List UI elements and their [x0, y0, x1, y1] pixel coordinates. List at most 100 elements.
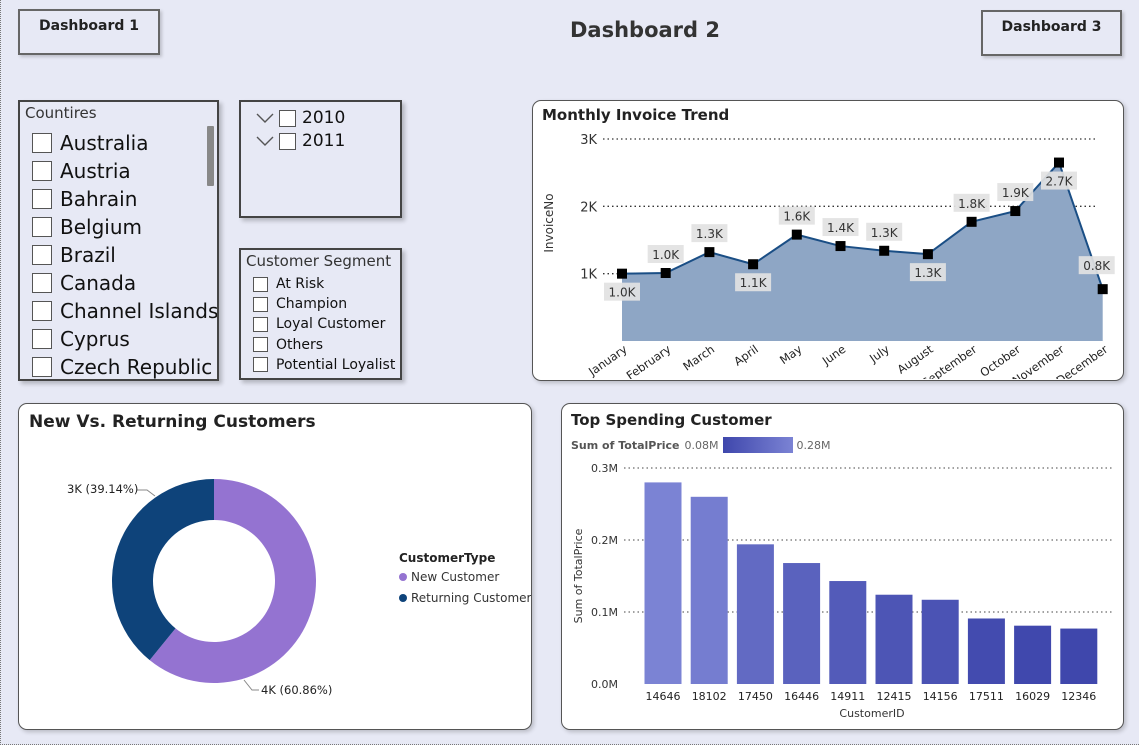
x-tick-label: 12415	[877, 690, 912, 703]
x-tick-label: 12346	[1061, 690, 1096, 703]
y-tick-label: 0.3M	[591, 462, 618, 475]
checkbox[interactable]	[32, 133, 52, 153]
segment-list: At Risk Champion Loyal Customer Others P…	[253, 274, 395, 375]
country-label: Austria	[60, 159, 131, 183]
checkbox[interactable]	[32, 357, 52, 377]
data-point	[660, 267, 671, 278]
checkbox[interactable]	[253, 357, 268, 373]
checkbox[interactable]	[32, 161, 52, 181]
segment-item-potential-loyalist[interactable]: Potential Loyalist	[253, 355, 395, 375]
data-label: 1.3K	[914, 266, 942, 280]
checkbox[interactable]	[32, 217, 52, 237]
checkbox[interactable]	[279, 132, 296, 150]
country-item-czech-republic[interactable]: Czech Republic	[32, 353, 217, 379]
country-slicer: Countires Australia Austria Bahrain Belg…	[18, 100, 219, 381]
year-slicer: 2010 2011	[239, 100, 402, 218]
legend-item-returning-customer[interactable]: Returning Customer	[399, 591, 531, 605]
data-label: 0.8K	[1083, 259, 1111, 273]
data-point	[704, 247, 715, 258]
segment-label: Potential Loyalist	[276, 356, 396, 373]
bar	[1060, 628, 1098, 684]
country-list: Australia Austria Bahrain Belgium Brazil…	[32, 129, 219, 379]
checkbox[interactable]	[279, 109, 296, 127]
segment-label: Champion	[276, 296, 348, 313]
checkbox[interactable]	[253, 337, 268, 353]
checkbox[interactable]	[32, 245, 52, 265]
data-label: 1.3K	[696, 227, 724, 241]
checkbox[interactable]	[253, 316, 268, 332]
legend-label: New Customer	[411, 570, 500, 584]
x-axis-label: CustomerID	[839, 707, 904, 720]
data-label: 1.0K	[652, 248, 680, 262]
data-label: 1.1K	[740, 276, 768, 290]
bar	[875, 594, 913, 684]
country-label: Brazil	[60, 243, 116, 267]
bar	[967, 618, 1005, 684]
data-label: 1.6K	[783, 210, 811, 224]
checkbox[interactable]	[32, 189, 52, 209]
country-item-belgium[interactable]: Belgium	[32, 213, 217, 241]
data-point	[835, 241, 846, 252]
dashboard-1-button[interactable]: Dashboard 1	[18, 9, 160, 55]
country-item-australia[interactable]: Australia	[32, 129, 217, 157]
data-point	[748, 259, 759, 270]
invoice-chart-svg: 3K 2K 1K InvoiceNo 1.0K 1.0K 1.3K 1.1K 1.6K 1.4K 1…	[542, 133, 1115, 379]
bar	[736, 544, 774, 684]
data-point	[617, 268, 627, 279]
leader-line	[137, 489, 156, 497]
data-point	[879, 245, 890, 256]
top-spending-customer-chart: Top Spending Customer Sum of TotalPrice …	[561, 403, 1124, 730]
chevron-down-icon[interactable]	[255, 111, 275, 125]
year-label: 2010	[302, 108, 346, 128]
checkbox[interactable]	[32, 329, 52, 349]
bar	[783, 563, 821, 684]
dashboard-3-button[interactable]: Dashboard 3	[981, 10, 1122, 56]
year-item-2010[interactable]: 2010	[255, 108, 345, 128]
bar	[829, 581, 867, 684]
y-axis-label: InvoiceNo	[542, 193, 556, 252]
x-tick-label: March	[680, 342, 717, 374]
segment-item-others[interactable]: Others	[253, 335, 395, 355]
data-point	[1010, 206, 1021, 217]
country-item-austria[interactable]: Austria	[32, 157, 217, 185]
x-tick-label: July	[866, 342, 892, 366]
bar	[1014, 625, 1052, 684]
country-item-bahrain[interactable]: Bahrain	[32, 185, 217, 213]
legend-item-new-customer[interactable]: New Customer	[399, 570, 499, 584]
country-label: Channel Islands	[60, 299, 219, 323]
customer-segment-slicer: Customer Segment At Risk Champion Loyal …	[239, 248, 402, 380]
checkbox[interactable]	[32, 273, 52, 293]
y-tick-label: 3K	[580, 133, 597, 148]
x-tick-label: 16446	[784, 690, 819, 703]
country-item-brazil[interactable]: Brazil	[32, 241, 217, 269]
checkbox[interactable]	[253, 296, 268, 312]
year-item-2011[interactable]: 2011	[255, 131, 345, 151]
segment-slicer-title: Customer Segment	[246, 252, 392, 270]
segment-item-loyal-customer[interactable]: Loyal Customer	[253, 314, 395, 334]
country-item-cyprus[interactable]: Cyprus	[32, 325, 217, 353]
slice-label: 3K (39.14%)	[67, 482, 138, 496]
checkbox[interactable]	[253, 276, 268, 292]
country-item-canada[interactable]: Canada	[32, 269, 217, 297]
country-label: Belgium	[60, 215, 142, 239]
data-point	[1054, 157, 1064, 168]
country-scrollbar[interactable]	[207, 126, 214, 186]
chevron-down-icon[interactable]	[255, 134, 275, 148]
segment-item-champion[interactable]: Champion	[253, 294, 395, 314]
data-point	[966, 216, 977, 227]
segment-label: Loyal Customer	[276, 316, 386, 333]
segment-label: At Risk	[276, 276, 325, 293]
page-title: Dashboard 2	[570, 18, 720, 42]
checkbox[interactable]	[32, 301, 52, 321]
country-label: Cyprus	[60, 327, 130, 351]
country-label: Czech Republic	[60, 355, 213, 379]
data-label: 1.3K	[871, 226, 899, 240]
data-label: 2.7K	[1046, 175, 1074, 189]
x-tick-label: 14911	[830, 690, 865, 703]
data-label: 1.0K	[609, 286, 637, 300]
x-tick-label: 14646	[646, 690, 681, 703]
segment-item-at-risk[interactable]: At Risk	[253, 274, 395, 294]
data-label: 1.9K	[1002, 186, 1030, 200]
country-item-channel-islands[interactable]: Channel Islands	[32, 297, 219, 325]
data-label: 1.8K	[958, 197, 986, 211]
